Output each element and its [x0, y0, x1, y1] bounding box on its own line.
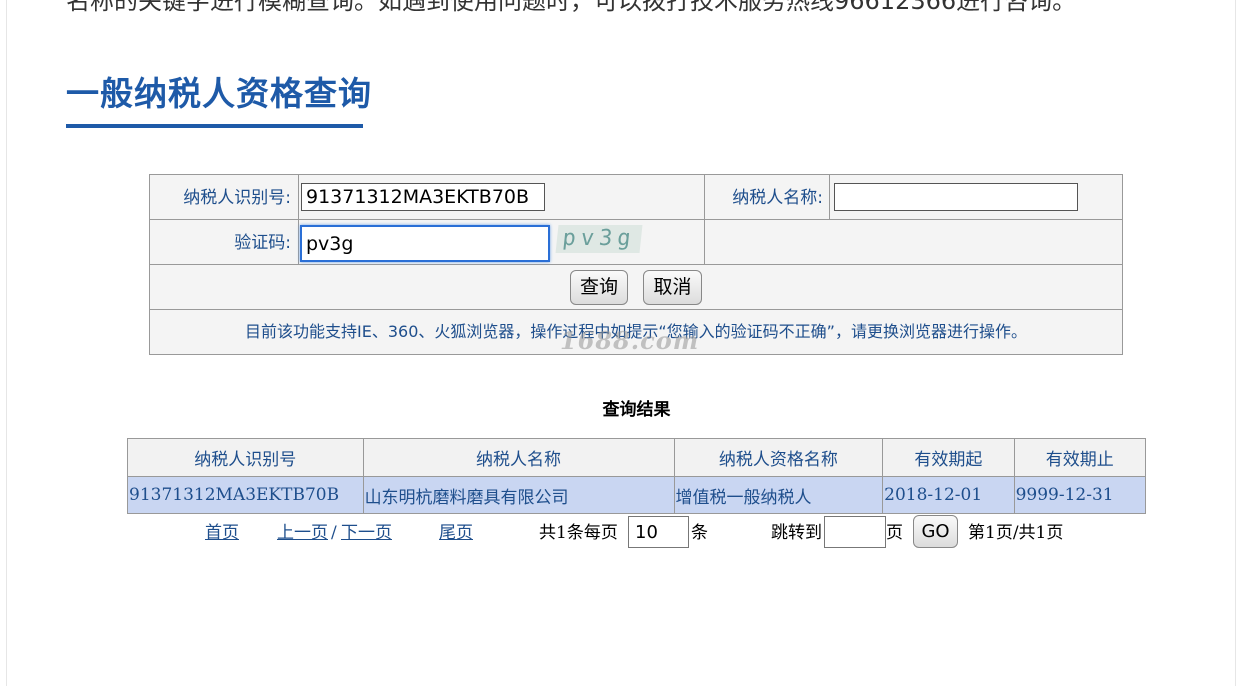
page-size-unit: 条	[691, 523, 708, 543]
captcha-label: 验证码:	[234, 233, 291, 253]
form-divider	[150, 219, 1122, 220]
cell-taxpayer-id: 91371312MA3EKTB70B	[127, 476, 364, 514]
column-header: 有效期起	[882, 438, 1015, 477]
form-divider	[704, 175, 705, 264]
page-size-input[interactable]	[628, 516, 689, 548]
column-header: 有效期止	[1013, 438, 1147, 477]
next-page-link[interactable]: 下一页	[341, 519, 392, 547]
taxpayer-id-input[interactable]	[301, 183, 545, 211]
total-records-text: 共1条每页	[539, 523, 618, 543]
go-button[interactable]: GO	[913, 515, 958, 548]
column-header: 纳税人识别号	[127, 438, 364, 477]
pager-separator: /	[331, 523, 337, 543]
cell-qualification: 增值税一般纳税人	[673, 476, 884, 514]
captcha-input[interactable]	[300, 225, 550, 262]
cancel-button[interactable]: 取消	[643, 270, 702, 305]
column-header: 纳税人名称	[362, 438, 675, 477]
table-header-row: 纳税人识别号 纳税人名称 纳税人资格名称 有效期起 有效期止	[127, 438, 1147, 477]
page-info: 第1页/共1页	[968, 523, 1064, 543]
form-divider	[150, 309, 1122, 310]
watermark: 1688.com	[560, 326, 700, 355]
jump-label: 跳转到	[771, 523, 822, 543]
captcha-image[interactable]: pv3g	[555, 225, 643, 253]
query-button[interactable]: 查询	[570, 270, 628, 305]
page-unit: 页	[886, 523, 903, 543]
first-page-link[interactable]: 首页	[205, 519, 239, 547]
last-page-link[interactable]: 尾页	[439, 519, 473, 547]
cell-valid-to: 9999-12-31	[1013, 476, 1147, 514]
page-title: 一般纳税人资格查询	[66, 74, 372, 113]
taxpayer-name-label: 纳税人名称:	[732, 188, 823, 208]
form-divider	[150, 264, 1122, 265]
column-header: 纳税人资格名称	[673, 438, 884, 477]
results-table: 纳税人识别号 纳税人名称 纳税人资格名称 有效期起 有效期止 91371312M…	[127, 438, 1147, 514]
taxpayer-name-input[interactable]	[834, 183, 1078, 211]
form-divider	[298, 175, 299, 264]
prev-page-link[interactable]: 上一页	[277, 519, 328, 547]
jump-page-input[interactable]	[824, 516, 886, 548]
cell-taxpayer-name: 山东明杭磨料磨具有限公司	[362, 476, 675, 514]
table-row: 91371312MA3EKTB70B 山东明杭磨料磨具有限公司 增值税一般纳税人…	[127, 476, 1147, 514]
taxpayer-id-label: 纳税人识别号:	[183, 188, 291, 208]
intro-text: 名称的关键字进行模糊查询。如遇到使用问题时，可以拨打技术服务热线96612366…	[66, 0, 1077, 15]
cell-valid-from: 2018-12-01	[882, 476, 1015, 514]
results-title: 查询结果	[602, 400, 671, 420]
title-underline	[66, 124, 363, 128]
frame-left-border	[6, 0, 7, 686]
frame-right-border	[1235, 0, 1236, 686]
form-divider	[829, 175, 830, 219]
